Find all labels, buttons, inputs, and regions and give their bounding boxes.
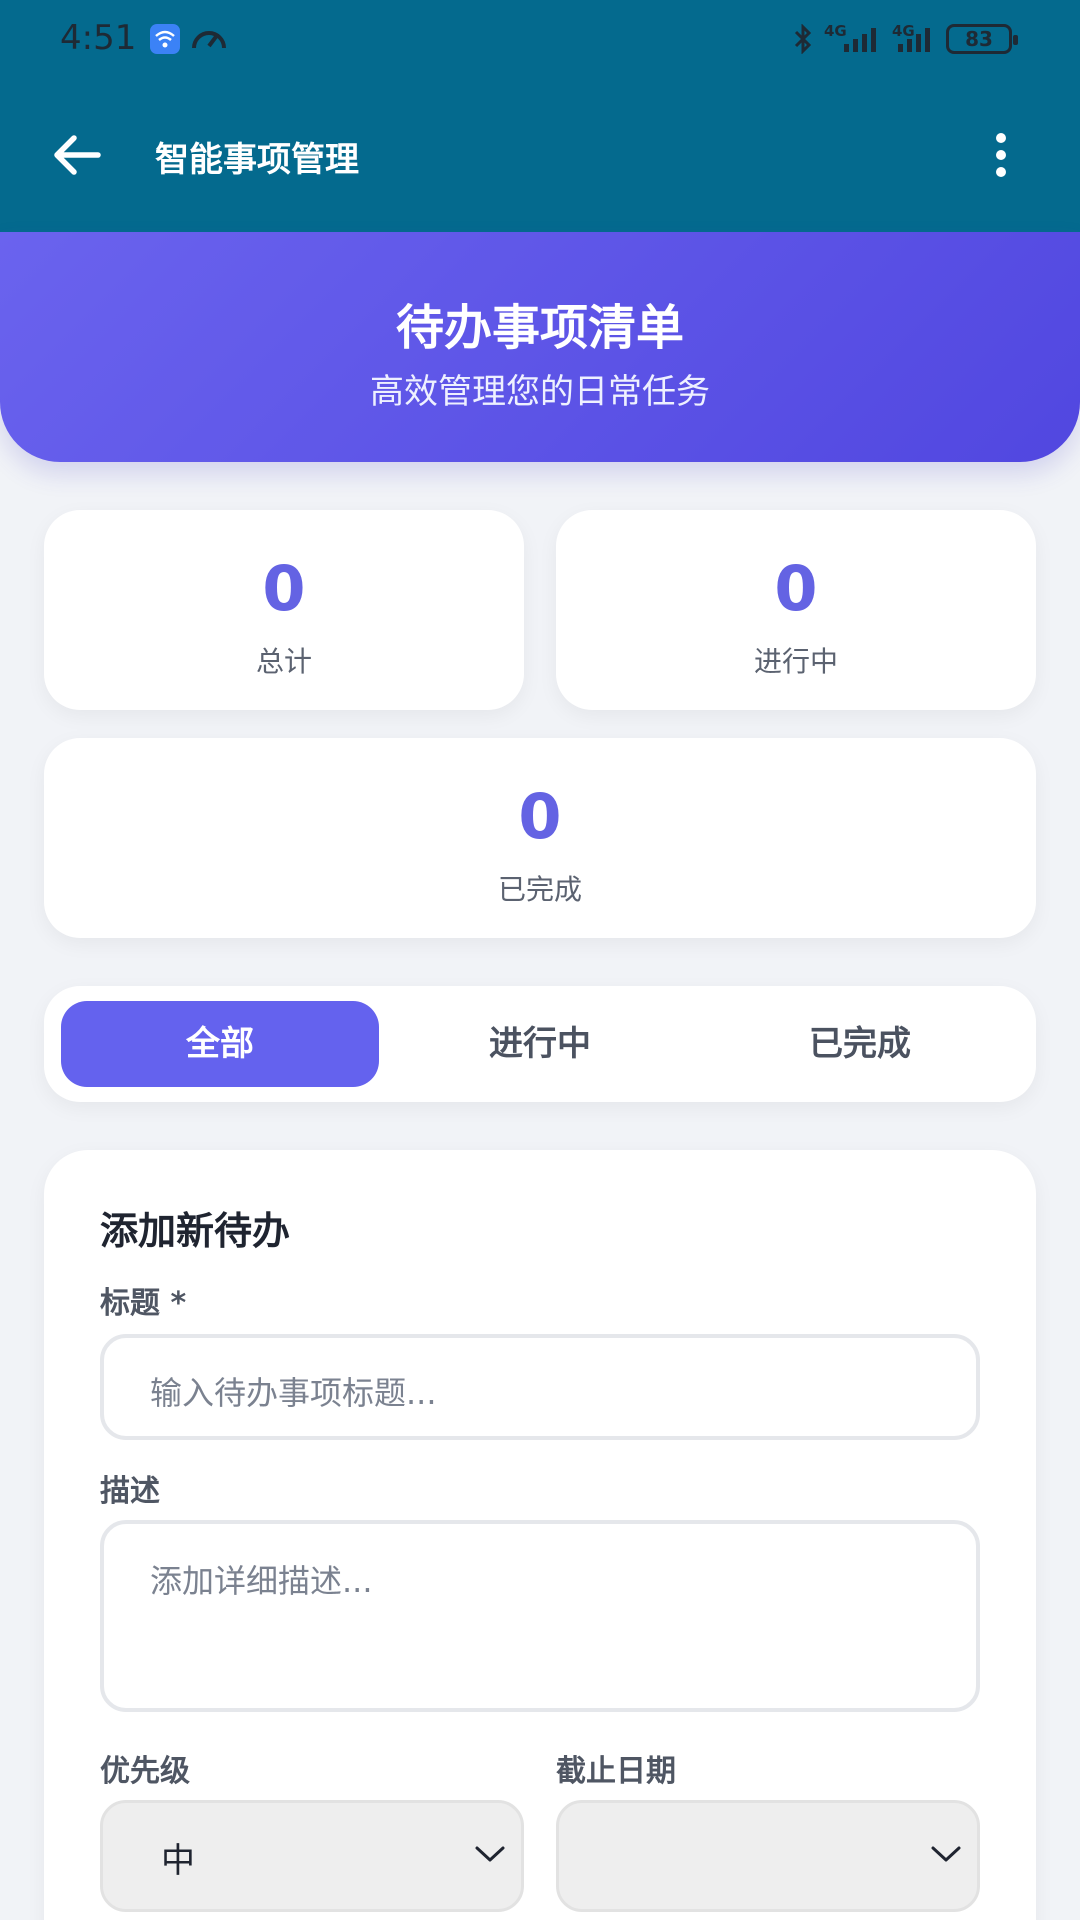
- tab-all[interactable]: 全部: [61, 1001, 379, 1087]
- tab-in-progress[interactable]: 进行中: [381, 1001, 699, 1087]
- stat-label-completed: 已完成: [497, 873, 582, 906]
- more-vert-icon[interactable]: [986, 130, 1016, 180]
- deadline-field-label: 截止日期: [556, 1754, 676, 1789]
- chevron-down-icon: [931, 1846, 961, 1862]
- tab-completed[interactable]: 已完成: [701, 1001, 1019, 1087]
- deadline-select[interactable]: [556, 1800, 980, 1912]
- back-arrow-icon[interactable]: [50, 128, 104, 182]
- filter-tabs: 全部 进行中 已完成: [44, 986, 1036, 1102]
- status-time: 4:51: [60, 18, 137, 58]
- stat-value-in-progress: 0: [774, 552, 818, 625]
- stat-label-total: 总计: [255, 645, 312, 678]
- description-textarea[interactable]: 添加详细描述...: [100, 1520, 980, 1712]
- app-header: 4:51 4G 4G 83 智能事项管理: [0, 0, 1080, 232]
- hero-subtitle: 高效管理您的日常任务: [370, 372, 710, 412]
- status-bar: 4:51 4G 4G 83: [0, 0, 1080, 80]
- chevron-down-icon: [475, 1846, 505, 1862]
- speed-icon: [192, 31, 226, 49]
- hero-banner: 待办事项清单 高效管理您的日常任务: [0, 232, 1080, 462]
- bluetooth-icon: [794, 24, 812, 54]
- form-title: 添加新待办: [100, 1209, 291, 1253]
- stat-value-total: 0: [262, 552, 306, 625]
- title-input-placeholder: 输入待办事项标题...: [150, 1374, 437, 1412]
- priority-field-label: 优先级: [100, 1754, 190, 1789]
- title-field-label: 标题 *: [100, 1286, 187, 1321]
- wifi-icon: [150, 24, 180, 54]
- priority-select[interactable]: 中: [100, 1800, 524, 1912]
- title-input[interactable]: 输入待办事项标题...: [100, 1334, 980, 1440]
- hero-title: 待办事项清单: [395, 300, 684, 356]
- priority-select-value: 中: [161, 1841, 195, 1881]
- app-bar-title: 智能事项管理: [155, 140, 359, 180]
- add-todo-form: 添加新待办 标题 * 输入待办事项标题... 描述 添加详细描述... 优先级 …: [44, 1150, 1036, 1920]
- stat-card-total: 0 总计: [44, 510, 524, 710]
- description-placeholder: 添加详细描述...: [150, 1562, 373, 1600]
- stat-card-in-progress: 0 进行中: [556, 510, 1036, 710]
- stat-value-completed: 0: [518, 780, 562, 853]
- stat-card-completed: 0 已完成: [44, 738, 1036, 938]
- signal-icon-2: [898, 28, 930, 52]
- stat-label-in-progress: 进行中: [753, 645, 838, 678]
- battery-indicator: 83: [946, 24, 1018, 54]
- description-field-label: 描述: [100, 1474, 160, 1509]
- signal-icon-1: [844, 28, 876, 52]
